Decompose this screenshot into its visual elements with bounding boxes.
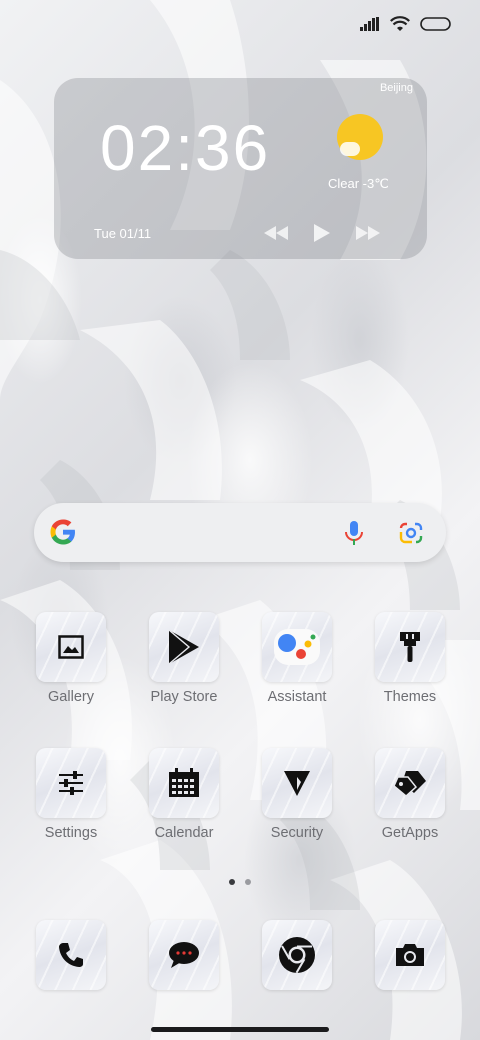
mic-icon[interactable] (342, 519, 366, 547)
camera-icon (396, 944, 424, 966)
status-bar (360, 16, 452, 32)
app-tile[interactable] (149, 612, 219, 682)
app-label: Calendar (154, 825, 214, 841)
app-gallery[interactable]: Gallery (16, 612, 126, 705)
dock-phone[interactable] (16, 920, 126, 990)
next-icon[interactable] (356, 226, 380, 240)
app-security[interactable]: Security (242, 748, 352, 841)
wifi-icon (390, 16, 410, 31)
app-assistant[interactable]: Assistant (242, 612, 352, 705)
app-tile[interactable] (262, 612, 332, 682)
app-tile[interactable] (36, 920, 106, 990)
page-dot[interactable] (229, 879, 235, 885)
app-tile[interactable] (149, 748, 219, 818)
app-tile[interactable] (262, 920, 332, 990)
app-label: GetApps (381, 825, 439, 841)
weather-condition: Clear -3℃ (328, 176, 389, 191)
play-icon[interactable] (314, 224, 330, 242)
google-search-bar[interactable] (34, 503, 446, 562)
security-icon (284, 771, 310, 796)
app-themes[interactable]: Themes (355, 612, 465, 705)
app-label: Play Store (150, 689, 218, 705)
app-settings[interactable]: Settings (16, 748, 126, 841)
gallery-icon (58, 635, 84, 659)
app-tile[interactable] (262, 748, 332, 818)
app-calendar[interactable]: Calendar (129, 748, 239, 841)
lens-icon[interactable] (398, 521, 424, 545)
battery-icon (420, 17, 451, 31)
weather-city: Beijing (379, 82, 413, 94)
clock-weather-widget[interactable]: Beijing 02:36 Clear -3℃ Tue 01/11 (54, 78, 427, 259)
dock-camera[interactable] (355, 920, 465, 990)
page-indicator (229, 879, 251, 885)
google-icon (50, 519, 75, 545)
app-tile[interactable] (149, 920, 219, 990)
cloud-icon (340, 142, 360, 156)
calendar-icon (169, 768, 199, 797)
brush-icon (400, 632, 420, 662)
app-tile[interactable] (375, 920, 445, 990)
media-controls (264, 224, 380, 242)
app-label: Assistant (267, 689, 327, 705)
app-label: Themes (383, 689, 437, 705)
app-tile[interactable] (36, 612, 106, 682)
app-label: Settings (44, 825, 98, 841)
app-getapps[interactable]: GetApps (355, 748, 465, 841)
dock-messages[interactable] (129, 920, 239, 990)
app-tile[interactable] (375, 748, 445, 818)
dock-chrome[interactable] (242, 920, 352, 990)
app-tile[interactable] (375, 612, 445, 682)
app-tile[interactable] (36, 748, 106, 818)
signal-icon (360, 17, 379, 31)
app-label: Gallery (48, 689, 94, 705)
chrome-icon (279, 937, 315, 974)
app-label: Security (270, 825, 324, 841)
clock-date: Tue 01/11 (94, 226, 152, 241)
gesture-home-bar[interactable] (151, 1027, 329, 1032)
tags-icon (393, 771, 426, 797)
messages-icon (169, 942, 199, 968)
sliders-icon (59, 771, 83, 795)
app-play-store[interactable]: Play Store (129, 612, 239, 705)
clock-time[interactable]: 02:36 (100, 110, 270, 186)
previous-icon[interactable] (264, 226, 288, 240)
phone-icon (59, 943, 83, 967)
play-store-icon (168, 629, 199, 665)
assistant-icon (274, 629, 320, 665)
page-dot[interactable] (245, 879, 251, 885)
